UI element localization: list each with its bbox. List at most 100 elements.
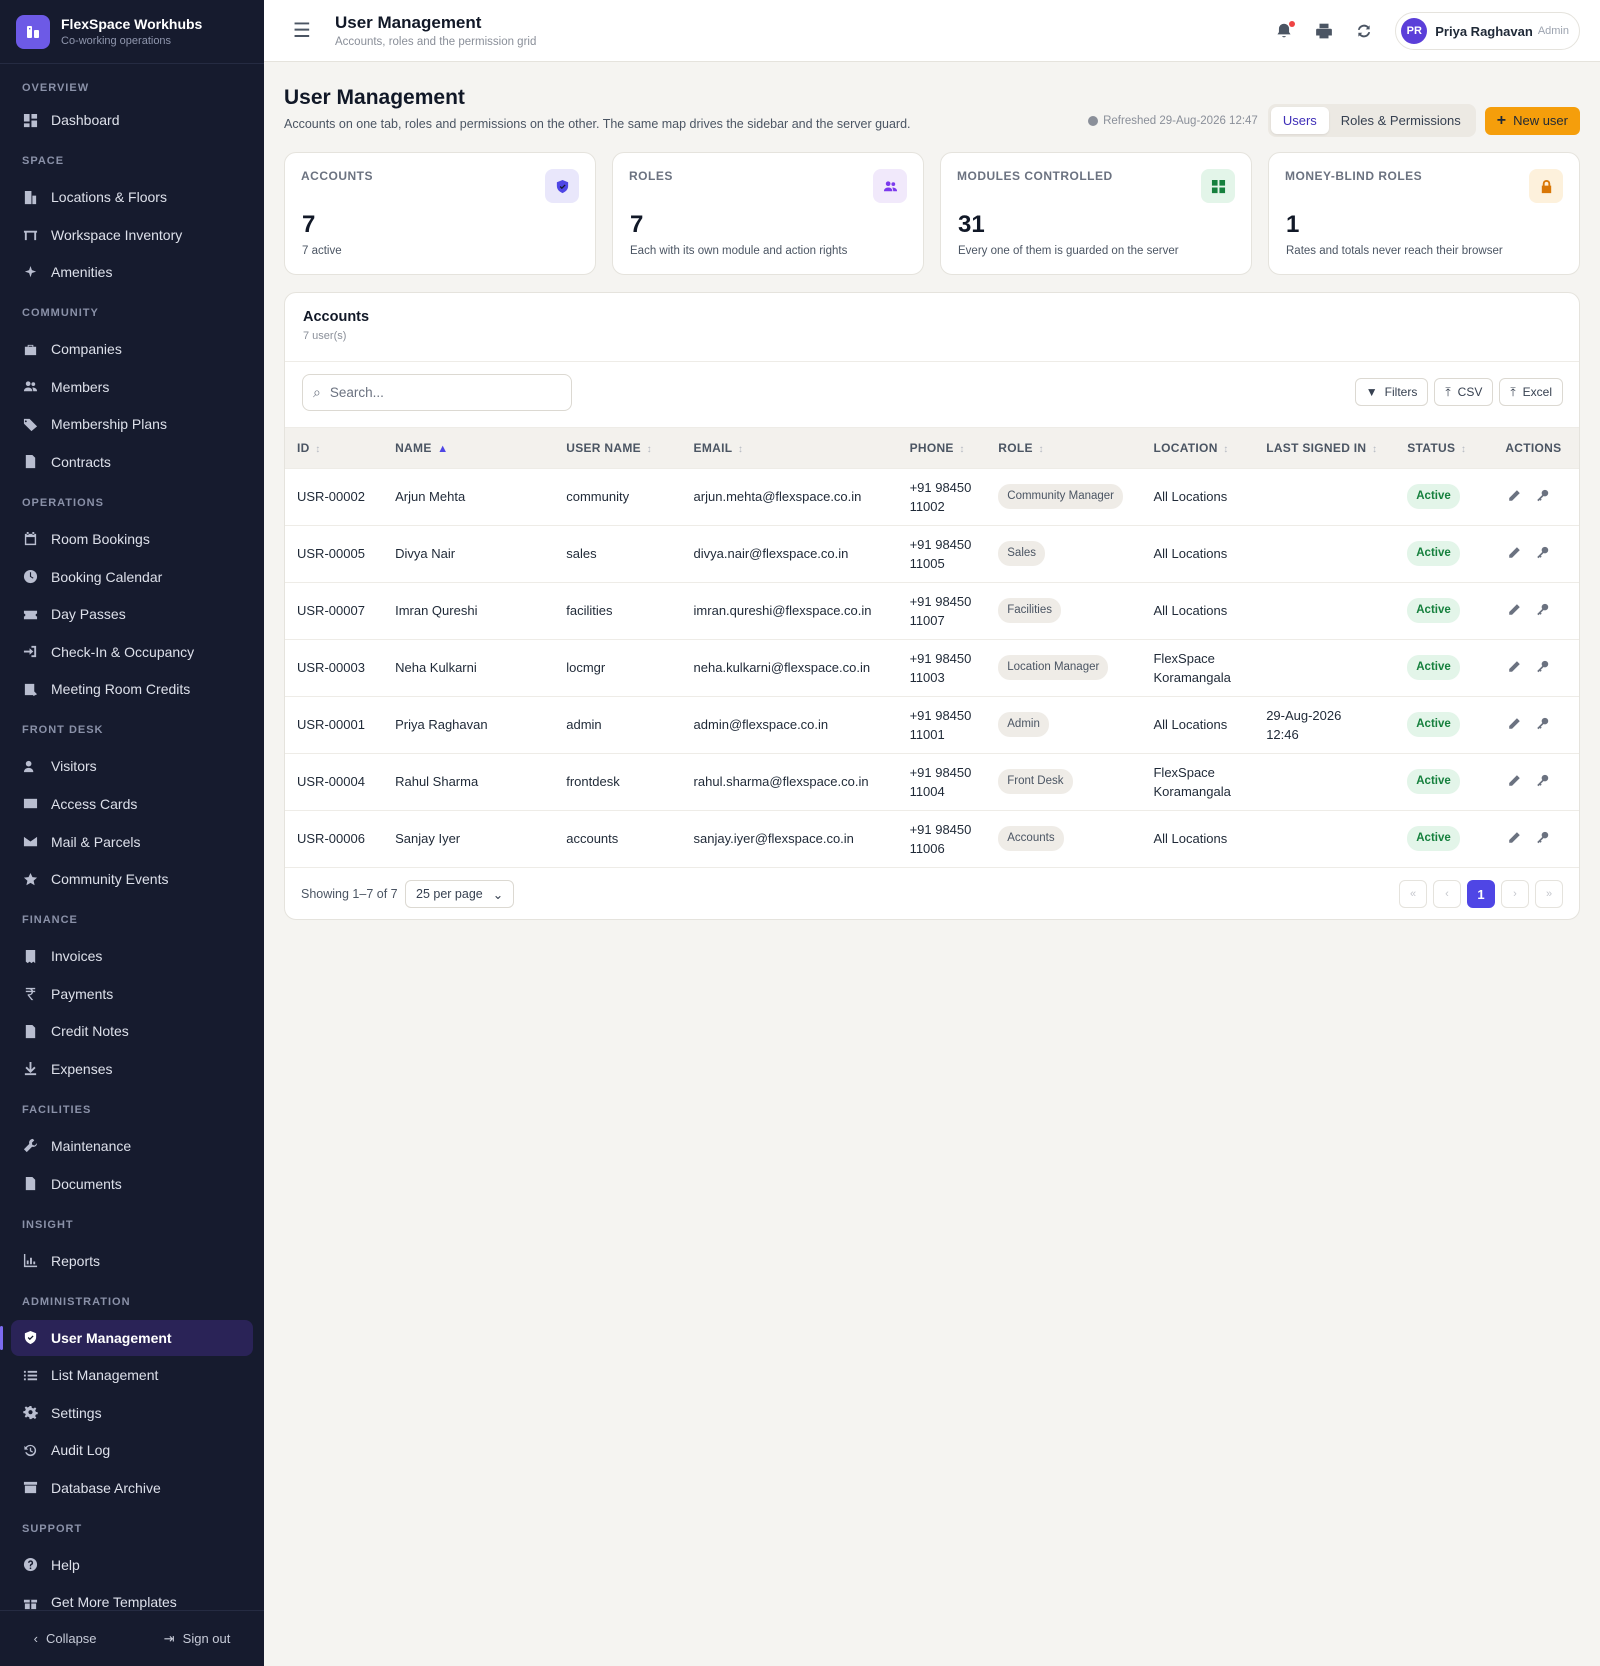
- sidebar-item-room-bookings[interactable]: Room Bookings: [11, 521, 253, 557]
- reset-password-key-icon[interactable]: [1533, 714, 1551, 732]
- sidebar-item-audit-log[interactable]: Audit Log: [11, 1432, 253, 1468]
- brand-logo-icon: [16, 14, 50, 49]
- search-input[interactable]: [329, 385, 550, 400]
- sidebar-item-reports[interactable]: Reports: [11, 1243, 253, 1279]
- column-header-id[interactable]: ID ↕: [285, 428, 383, 468]
- column-header-user-name[interactable]: USER NAME ↕: [554, 428, 681, 468]
- sidebar-item-credit-notes[interactable]: Credit Notes: [11, 1013, 253, 1049]
- sidebar-item-contracts[interactable]: Contracts: [11, 444, 253, 480]
- sidebar-item-meeting-room-credits[interactable]: Meeting Room Credits: [11, 671, 253, 707]
- sidebar-item-label: Visitors: [51, 758, 97, 775]
- edit-pencil-icon[interactable]: [1505, 714, 1523, 732]
- sidebar-item-visitors[interactable]: Visitors: [11, 748, 253, 784]
- reset-password-key-icon[interactable]: [1533, 486, 1551, 504]
- edit-pencil-icon[interactable]: [1505, 543, 1523, 561]
- sidebar-item-user-management[interactable]: User Management: [0, 1319, 253, 1356]
- brand[interactable]: FlexSpace Workhubs Co-working operations: [0, 0, 264, 64]
- sidebar-item-workspace-inventory[interactable]: Workspace Inventory: [11, 217, 253, 253]
- cell-actions: [1493, 581, 1579, 639]
- next-page-button[interactable]: ›: [1501, 880, 1529, 908]
- stat-label: ROLES: [629, 169, 673, 183]
- sidebar-item-expenses[interactable]: Expenses: [11, 1051, 253, 1087]
- edit-pencil-icon[interactable]: [1505, 600, 1523, 618]
- table-row[interactable]: USR-00007 Imran Qureshi facilities imran.qu…: [285, 581, 1579, 639]
- cell-username: accounts: [554, 809, 682, 867]
- column-header-name[interactable]: NAME ▲: [383, 428, 554, 468]
- reset-password-key-icon[interactable]: [1533, 543, 1551, 561]
- sidebar-item-mail-and-parcels[interactable]: Mail & Parcels: [11, 824, 253, 860]
- refresh-icon[interactable]: [1355, 22, 1373, 40]
- cell-actions: [1493, 524, 1579, 582]
- sidebar-item-membership-plans[interactable]: Membership Plans: [11, 406, 253, 442]
- column-header-email[interactable]: EMAIL ↕: [682, 428, 898, 468]
- per-page-select[interactable]: 25 per page ⌄: [405, 880, 515, 908]
- reset-password-key-icon[interactable]: [1533, 657, 1551, 675]
- table-row[interactable]: USR-00001 Priya Raghavan admin admin@flexsp…: [285, 695, 1579, 753]
- sidebar-item-payments[interactable]: Payments: [11, 976, 253, 1012]
- column-header-status[interactable]: STATUS ↕: [1395, 428, 1493, 468]
- reset-password-key-icon[interactable]: [1533, 829, 1551, 847]
- reset-password-key-icon[interactable]: [1533, 600, 1551, 618]
- sidebar-item-invoices[interactable]: Invoices: [11, 938, 253, 974]
- edit-pencil-icon[interactable]: [1505, 657, 1523, 675]
- csv-export-button[interactable]: ⤒ CSV: [1434, 378, 1494, 406]
- tab-roles-permissions[interactable]: Roles & Permissions: [1329, 107, 1473, 134]
- user-menu[interactable]: PR Priya Raghavan Admin: [1395, 12, 1580, 50]
- table-row[interactable]: USR-00003 Neha Kulkarni locmgr neha.kulkarn…: [285, 638, 1579, 696]
- location-line: All Locations: [1153, 831, 1228, 847]
- last-page-button[interactable]: »: [1535, 880, 1563, 908]
- sidebar-item-database-archive[interactable]: Database Archive: [11, 1470, 253, 1506]
- column-header-location[interactable]: LOCATION ↕: [1141, 428, 1254, 468]
- edit-pencil-icon[interactable]: [1505, 771, 1523, 789]
- menu-icon[interactable]: ☰: [293, 18, 313, 43]
- sidebar-item-locations-and-floors[interactable]: Locations & Floors: [11, 179, 253, 215]
- dashboard-icon: [22, 112, 38, 128]
- new-user-button[interactable]: + New user: [1484, 106, 1580, 135]
- sidebar-item-community-events[interactable]: Community Events: [11, 861, 253, 897]
- ticket-icon: [22, 606, 38, 622]
- sidebar-item-amenities[interactable]: Amenities: [11, 254, 253, 290]
- page-button[interactable]: 1: [1467, 880, 1495, 908]
- sidebar-item-members[interactable]: Members: [11, 369, 253, 405]
- table-row[interactable]: USR-00006 Sanjay Iyer accounts sanjay.iyer@…: [285, 809, 1579, 867]
- phone-line: +91 98450: [909, 536, 972, 552]
- table-row[interactable]: USR-00002 Arjun Mehta community arjun.mehta…: [285, 467, 1579, 525]
- collapse-button[interactable]: ‹ Collapse: [34, 1631, 97, 1646]
- column-header-phone[interactable]: PHONE ↕: [898, 428, 987, 468]
- sidebar-item-check-in-and-occupancy[interactable]: Check-In & Occupancy: [11, 634, 253, 670]
- sidebar-item-access-cards[interactable]: Access Cards: [11, 786, 253, 822]
- notifications-bell-icon[interactable]: [1275, 21, 1296, 40]
- reset-password-key-icon[interactable]: [1533, 771, 1551, 789]
- prev-page-button[interactable]: ‹: [1433, 880, 1461, 908]
- print-icon[interactable]: [1315, 22, 1333, 40]
- topbar-title: User Management: [335, 13, 482, 32]
- sidebar-item-help[interactable]: Help: [11, 1547, 253, 1583]
- sidebar-item-dashboard[interactable]: Dashboard: [11, 102, 253, 138]
- column-header-last-signed-in[interactable]: LAST SIGNED IN ↕: [1254, 428, 1395, 468]
- filters-button[interactable]: ▼ Filters: [1354, 378, 1429, 406]
- search-box: ⌕: [302, 374, 572, 411]
- cell-username: sales: [554, 524, 682, 582]
- sidebar-item-documents[interactable]: Documents: [11, 1166, 253, 1202]
- table-row[interactable]: USR-00004 Rahul Sharma frontdesk rahul.shar…: [285, 752, 1579, 810]
- sidebar-item-label: Amenities: [51, 264, 113, 281]
- sidebar-item-booking-calendar[interactable]: Booking Calendar: [11, 559, 253, 595]
- location-line: FlexSpace: [1153, 650, 1215, 666]
- sidebar-item-settings[interactable]: Settings: [11, 1395, 253, 1431]
- edit-pencil-icon[interactable]: [1505, 486, 1523, 504]
- sign-out-button[interactable]: ⇥ Sign out: [164, 1631, 231, 1647]
- sidebar-item-list-management[interactable]: List Management: [11, 1357, 253, 1393]
- chevron-down-icon: ⌄: [492, 887, 504, 902]
- edit-pencil-icon[interactable]: [1505, 829, 1523, 847]
- column-header-role[interactable]: ROLE ↕: [986, 428, 1141, 468]
- tab-users[interactable]: Users: [1270, 107, 1329, 134]
- cell-actions: [1493, 695, 1579, 753]
- cell-actions: [1493, 638, 1579, 696]
- sidebar-item-companies[interactable]: Companies: [11, 331, 253, 367]
- phone-line: 11007: [909, 612, 945, 628]
- sidebar-item-maintenance[interactable]: Maintenance: [11, 1128, 253, 1164]
- sidebar-item-day-passes[interactable]: Day Passes: [11, 596, 253, 632]
- first-page-button[interactable]: «: [1399, 880, 1427, 908]
- excel-export-button[interactable]: ⤒ Excel: [1499, 378, 1563, 406]
- table-row[interactable]: USR-00005 Divya Nair sales divya.nair@flexs…: [285, 524, 1579, 582]
